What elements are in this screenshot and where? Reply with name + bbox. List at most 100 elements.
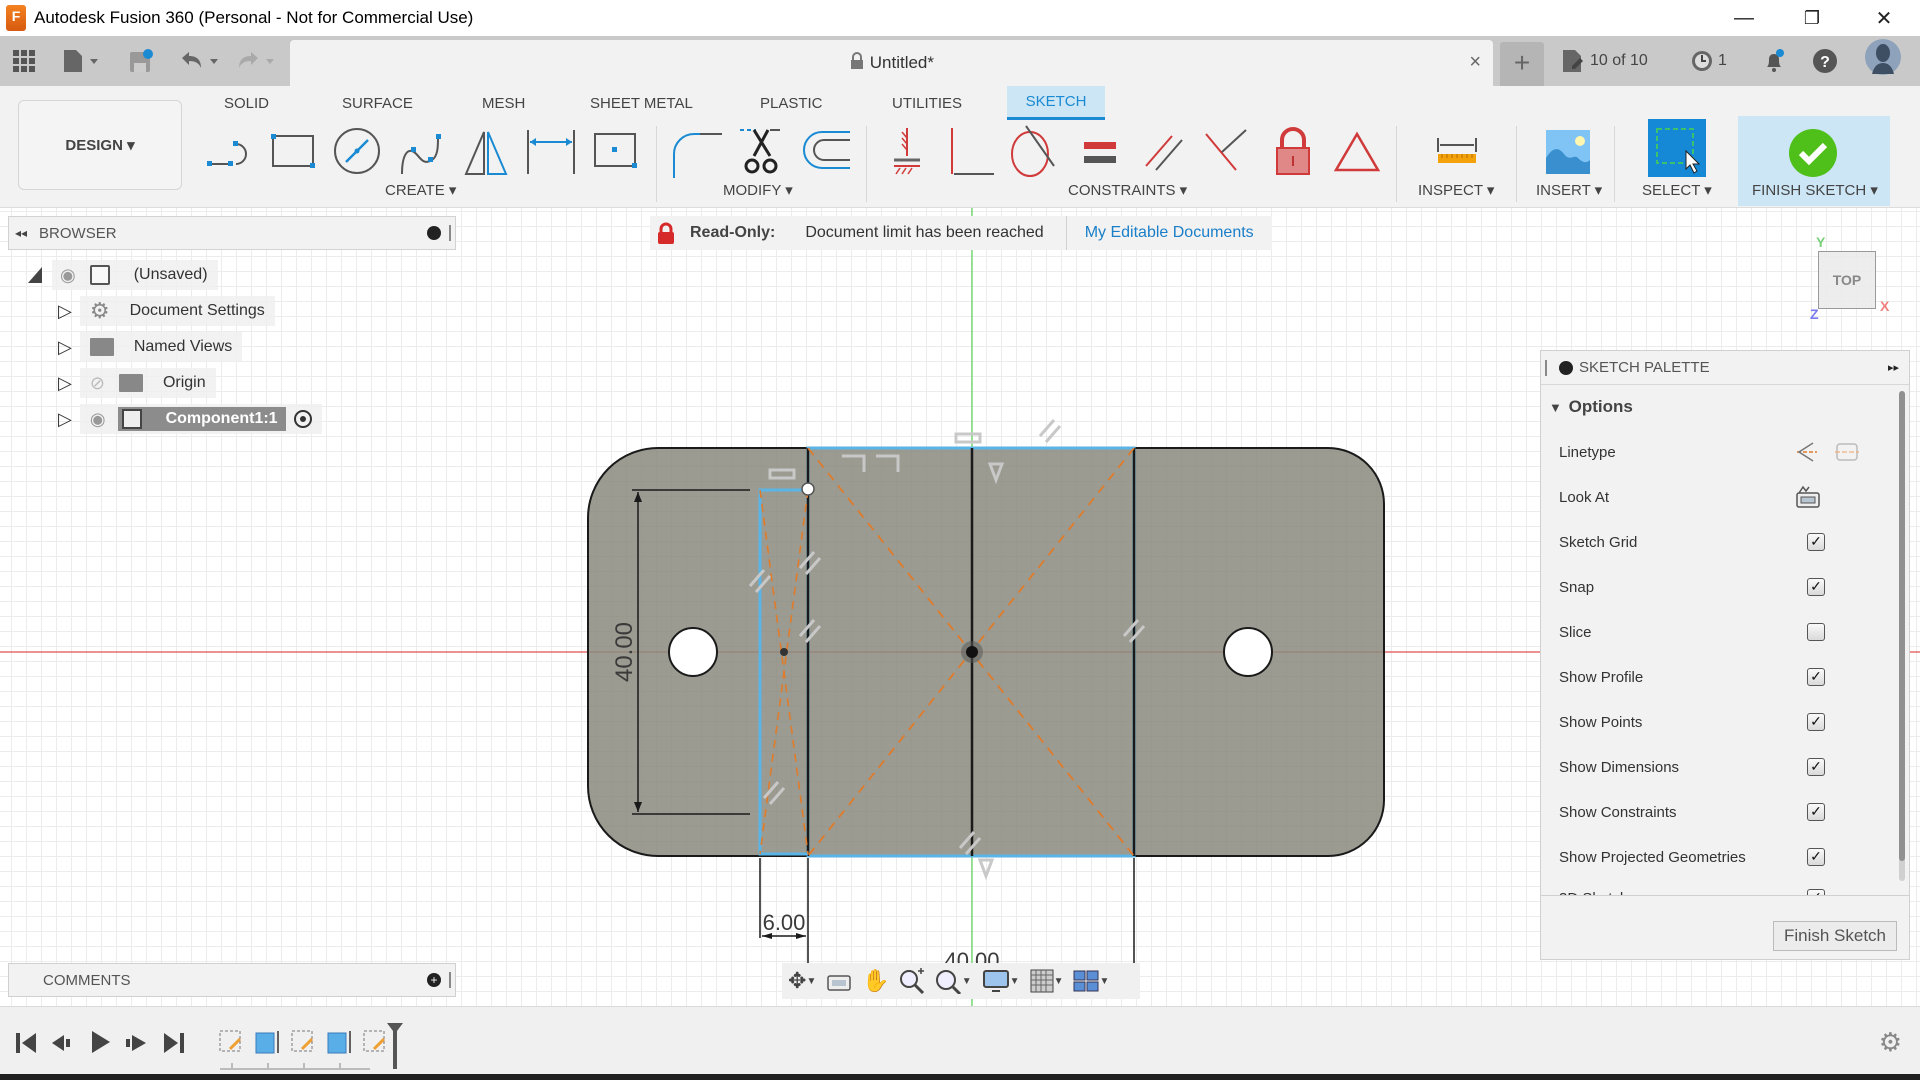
fix-unfix-constraint[interactable] [1266, 124, 1320, 178]
show-points-checkbox[interactable]: ✓ [1807, 713, 1825, 731]
palette-minimize-icon[interactable] [1559, 360, 1573, 375]
show-profile-checkbox[interactable]: ✓ [1807, 668, 1825, 686]
palette-expand-icon[interactable]: ▸▸ [1888, 361, 1899, 374]
finish-sketch-palette-button[interactable]: Finish Sketch [1773, 921, 1897, 951]
viewports-dropdown-icon[interactable]: ▼ [1099, 976, 1109, 987]
workspace-switcher[interactable]: DESIGN ▾ [18, 100, 182, 190]
my-editable-documents-link[interactable]: My Editable Documents [1085, 224, 1254, 242]
mirror-tool[interactable] [460, 124, 514, 178]
document-tab[interactable]: Untitled* × [290, 40, 1493, 86]
rectangle-tool[interactable] [266, 124, 320, 178]
add-comment-icon[interactable]: + [427, 973, 441, 987]
last-icon[interactable] [162, 1031, 186, 1055]
tab-surface[interactable]: SURFACE [332, 86, 423, 120]
modify-menu[interactable]: MODIFY ▾ [723, 181, 793, 199]
midpoint-constraint[interactable] [1330, 124, 1384, 178]
display-settings-icon[interactable] [982, 969, 1010, 993]
browser-item-component[interactable]: ▷ ◉ Component1:1 [58, 404, 322, 434]
orbit-icon[interactable]: ✥ [788, 968, 806, 994]
play-icon[interactable] [88, 1029, 112, 1053]
show-projected-geometries-checkbox[interactable]: ✓ [1807, 848, 1825, 866]
circle-tool[interactable] [330, 124, 384, 178]
tab-plastic[interactable]: PLASTIC [750, 86, 833, 120]
comments-resize-handle[interactable] [449, 972, 451, 988]
extrude-feature[interactable] [255, 1031, 279, 1054]
activate-component-icon[interactable] [293, 410, 312, 428]
browser-minimize-icon[interactable] [427, 226, 441, 240]
measure-tool[interactable] [1430, 124, 1484, 178]
new-tab-button[interactable]: + [1500, 42, 1544, 86]
next-icon[interactable] [124, 1031, 148, 1055]
pan-icon[interactable]: ✋ [862, 968, 889, 994]
expand-icon[interactable]: ▷ [58, 301, 72, 322]
view-cube[interactable]: TOP [1818, 251, 1876, 309]
collapse-browser-icon[interactable]: ◂◂ [15, 226, 27, 240]
zoom-dropdown-icon[interactable]: ▼ [962, 976, 972, 987]
sketch-feature[interactable] [291, 1030, 314, 1052]
trim-tool[interactable] [736, 124, 790, 178]
undo-button[interactable] [178, 46, 222, 76]
select-menu[interactable]: SELECT ▾ [1642, 181, 1712, 199]
spline-tool[interactable] [394, 124, 448, 178]
sketch-feature[interactable] [363, 1030, 386, 1052]
minimize-button[interactable]: — [1716, 0, 1772, 36]
expand-icon[interactable] [28, 267, 42, 283]
equal-constraint[interactable] [1074, 124, 1128, 178]
file-menu-button[interactable] [62, 46, 102, 76]
expand-icon[interactable]: ▷ [58, 337, 72, 358]
centerline-linetype-icon[interactable] [1833, 439, 1861, 465]
constraints-menu[interactable]: CONSTRAINTS ▾ [1068, 181, 1187, 199]
orbit-dropdown-icon[interactable]: ▼ [806, 976, 816, 987]
fit-icon[interactable] [934, 968, 962, 994]
tab-sketch[interactable]: SKETCH [1007, 86, 1105, 120]
grid-settings-icon[interactable] [1030, 969, 1054, 993]
visibility-eye-icon[interactable]: ◉ [60, 265, 76, 286]
point-tool[interactable] [588, 124, 642, 178]
palette-scrollbar[interactable] [1899, 391, 1905, 881]
insert-menu[interactable]: INSERT ▾ [1536, 181, 1602, 199]
timeline-settings-gear-icon[interactable]: ⚙ [1879, 1027, 1902, 1058]
tab-mesh[interactable]: MESH [472, 86, 535, 120]
snap-checkbox[interactable]: ✓ [1807, 578, 1825, 596]
coincident-constraint[interactable] [944, 124, 998, 178]
show-dimensions-checkbox[interactable]: ✓ [1807, 758, 1825, 776]
display-dropdown-icon[interactable]: ▼ [1010, 976, 1020, 987]
finish-sketch-menu[interactable]: FINISH SKETCH ▾ [1752, 181, 1878, 199]
previous-icon[interactable] [50, 1031, 74, 1055]
construction-linetype-icon[interactable] [1793, 439, 1821, 465]
browser-item-named-views[interactable]: ▷ Named Views [58, 332, 243, 362]
tab-solid[interactable]: SOLID [214, 86, 279, 120]
look-at-icon[interactable] [826, 970, 852, 992]
expand-icon[interactable]: ▷ [58, 373, 72, 394]
sketch-dimension-tool[interactable] [524, 124, 578, 178]
show-constraints-checkbox[interactable]: ✓ [1807, 803, 1825, 821]
offset-tool[interactable] [800, 124, 854, 178]
tab-utilities[interactable]: UTILITIES [882, 86, 972, 120]
inspect-menu[interactable]: INSPECT ▾ [1418, 181, 1494, 199]
notifications-button[interactable] [1762, 46, 1786, 76]
select-tool[interactable] [1648, 119, 1706, 177]
browser-item-root[interactable]: ◉ (Unsaved) [28, 260, 218, 290]
finish-sketch-button[interactable] [1786, 126, 1840, 180]
palette-resize-handle[interactable] [1545, 359, 1547, 376]
close-window-button[interactable]: ✕ [1856, 0, 1912, 36]
help-button[interactable]: ? [1812, 46, 1838, 76]
sketch-feature[interactable] [219, 1030, 242, 1052]
zoom-icon[interactable] [898, 968, 926, 994]
timeline-marker[interactable] [385, 1021, 405, 1071]
viewports-icon[interactable] [1073, 970, 1099, 992]
create-menu[interactable]: CREATE ▾ [385, 181, 456, 199]
browser-resize-handle[interactable] [449, 225, 451, 241]
expand-icon[interactable]: ▷ [58, 409, 72, 430]
document-count[interactable]: 10 of 10 [1560, 46, 1648, 76]
visibility-eye-icon[interactable]: ◉ [90, 409, 106, 430]
look-at-icon[interactable] [1795, 485, 1821, 509]
browser-item-document-settings[interactable]: ▷ ⚙ Document Settings [58, 296, 275, 326]
horizontal-vertical-constraint[interactable] [880, 124, 934, 178]
tangent-constraint[interactable] [1006, 124, 1060, 178]
grid-dropdown-icon[interactable]: ▼ [1054, 976, 1064, 987]
view-cube-face-top[interactable]: TOP [1833, 272, 1862, 288]
slice-checkbox[interactable] [1807, 623, 1825, 641]
browser-item-origin[interactable]: ▷ ⊘ Origin [58, 368, 216, 398]
redo-button[interactable] [236, 46, 280, 76]
